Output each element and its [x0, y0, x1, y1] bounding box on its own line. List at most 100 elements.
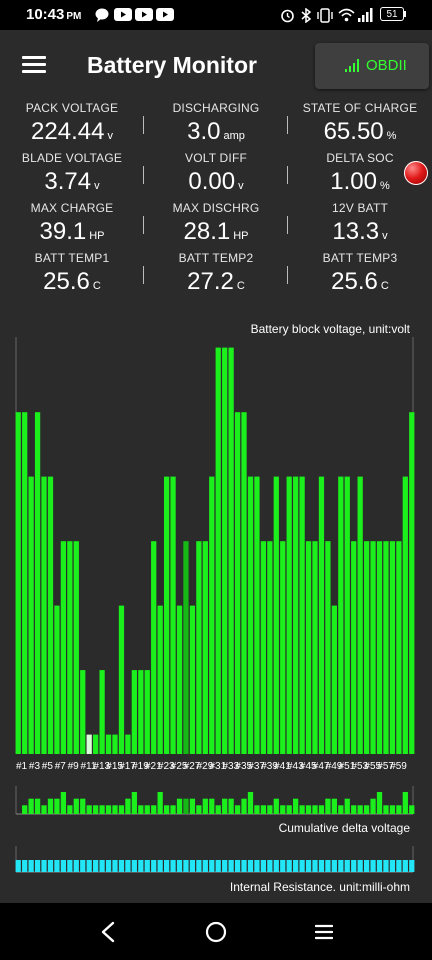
resistance-bar	[293, 860, 299, 872]
resistance-bar	[131, 860, 137, 872]
divider	[143, 166, 144, 184]
metric-value: 65.50%	[323, 118, 397, 145]
metric-value: 13.3 v	[332, 218, 388, 245]
delta-bar	[402, 792, 408, 814]
battery-tip	[404, 11, 406, 17]
resistance-bar	[260, 860, 267, 872]
record-indicator-button[interactable]	[404, 161, 428, 185]
resistance-bar	[376, 860, 383, 872]
voltage-bar	[170, 476, 176, 754]
delta-bar	[331, 798, 337, 814]
resistance-bar	[144, 860, 150, 872]
voltage-bar	[312, 541, 318, 754]
voltage-bar	[163, 476, 170, 754]
recent-apps-icon[interactable]	[315, 923, 333, 941]
chat-bubble-icon	[95, 8, 109, 22]
delta-bar	[254, 805, 260, 814]
delta-bar	[267, 805, 273, 814]
voltage-bar	[376, 541, 383, 754]
voltage-bar	[67, 541, 73, 754]
resistance-bar	[22, 860, 28, 872]
delta-bar	[215, 805, 221, 814]
obd-connect-button[interactable]: OBDII	[315, 43, 429, 89]
delta-bar	[196, 805, 202, 814]
resistance-bar	[215, 860, 221, 872]
resistance-bar	[396, 860, 402, 872]
delta-bar	[47, 798, 54, 814]
clock: 10:43 PM	[26, 6, 81, 23]
voltage-chart-title: Battery block voltage, unit:volt	[250, 322, 410, 336]
hamburger-menu-icon[interactable]	[22, 56, 46, 74]
resistance-bar	[138, 860, 144, 872]
resistance-bar	[312, 860, 318, 872]
voltage-bar	[293, 476, 299, 754]
delta-bar	[163, 805, 170, 814]
voltage-bar	[99, 670, 105, 754]
metric-blade-voltage: BLADE VOLTAGE 3.74 v	[0, 151, 144, 196]
resistance-bar	[157, 860, 163, 872]
voltage-bar	[247, 476, 254, 754]
resistance-bar	[305, 860, 312, 872]
voltage-bar	[396, 541, 402, 754]
back-icon[interactable]	[100, 921, 116, 943]
delta-bar	[28, 798, 34, 814]
delta-bar	[325, 798, 331, 814]
signal-bars-icon	[345, 58, 361, 72]
voltage-bar	[112, 734, 118, 754]
voltage-bar	[202, 541, 208, 754]
divider	[143, 266, 144, 284]
voltage-bar	[234, 412, 241, 754]
metric-value: 25.6 C	[43, 268, 101, 295]
delta-bar	[54, 798, 60, 814]
resistance-bar	[338, 860, 344, 872]
resistance-bar	[222, 860, 228, 872]
voltage-bar	[241, 412, 247, 754]
resistance-bar	[93, 860, 99, 872]
voltage-bar	[370, 541, 376, 754]
signal-icon	[358, 8, 373, 22]
voltage-bar	[357, 476, 363, 754]
delta-bar	[189, 798, 196, 814]
resistance-bar	[389, 860, 396, 872]
resistance-bar	[47, 860, 54, 872]
resistance-bar	[163, 860, 170, 872]
delta-bar	[99, 805, 105, 814]
delta-bar	[396, 805, 402, 814]
resistance-bar	[67, 860, 73, 872]
delta-bar	[144, 805, 150, 814]
wifi-icon	[338, 8, 355, 22]
voltage-bar	[273, 476, 279, 754]
divider	[287, 266, 288, 284]
voltage-bar	[183, 541, 189, 754]
resistance-bar	[170, 860, 176, 872]
metric-batt-temp2: BATT TEMP2 27.2 C	[144, 251, 288, 296]
metric-label: BATT TEMP2	[178, 251, 254, 265]
delta-bar	[383, 805, 389, 814]
delta-bar	[93, 805, 99, 814]
x-tick-label: #5	[42, 761, 54, 772]
voltage-bar	[138, 670, 144, 754]
resistance-bar	[273, 860, 279, 872]
metric-value: 27.2 C	[187, 268, 245, 295]
delta-bar	[183, 798, 189, 814]
clock-ampm: PM	[66, 11, 82, 22]
resistance-bar	[15, 860, 21, 872]
delta-bar	[209, 798, 215, 814]
voltage-bar	[222, 347, 228, 754]
voltage-bar	[34, 412, 41, 754]
delta-bar	[22, 805, 28, 814]
resistance-bar	[409, 860, 415, 872]
x-tick-label: #9	[68, 761, 80, 772]
resistance-bar	[202, 860, 208, 872]
navigation-bar	[0, 903, 432, 960]
clock-time: 10:43	[26, 6, 65, 23]
delta-bar	[125, 798, 131, 814]
home-icon[interactable]	[205, 921, 227, 943]
voltage-bar	[215, 347, 221, 754]
voltage-bar	[22, 412, 28, 754]
youtube-icon	[114, 8, 132, 21]
delta-bar	[73, 798, 79, 814]
resistance-bar	[318, 860, 325, 872]
voltage-bar	[228, 347, 234, 754]
delta-bar	[351, 805, 357, 814]
